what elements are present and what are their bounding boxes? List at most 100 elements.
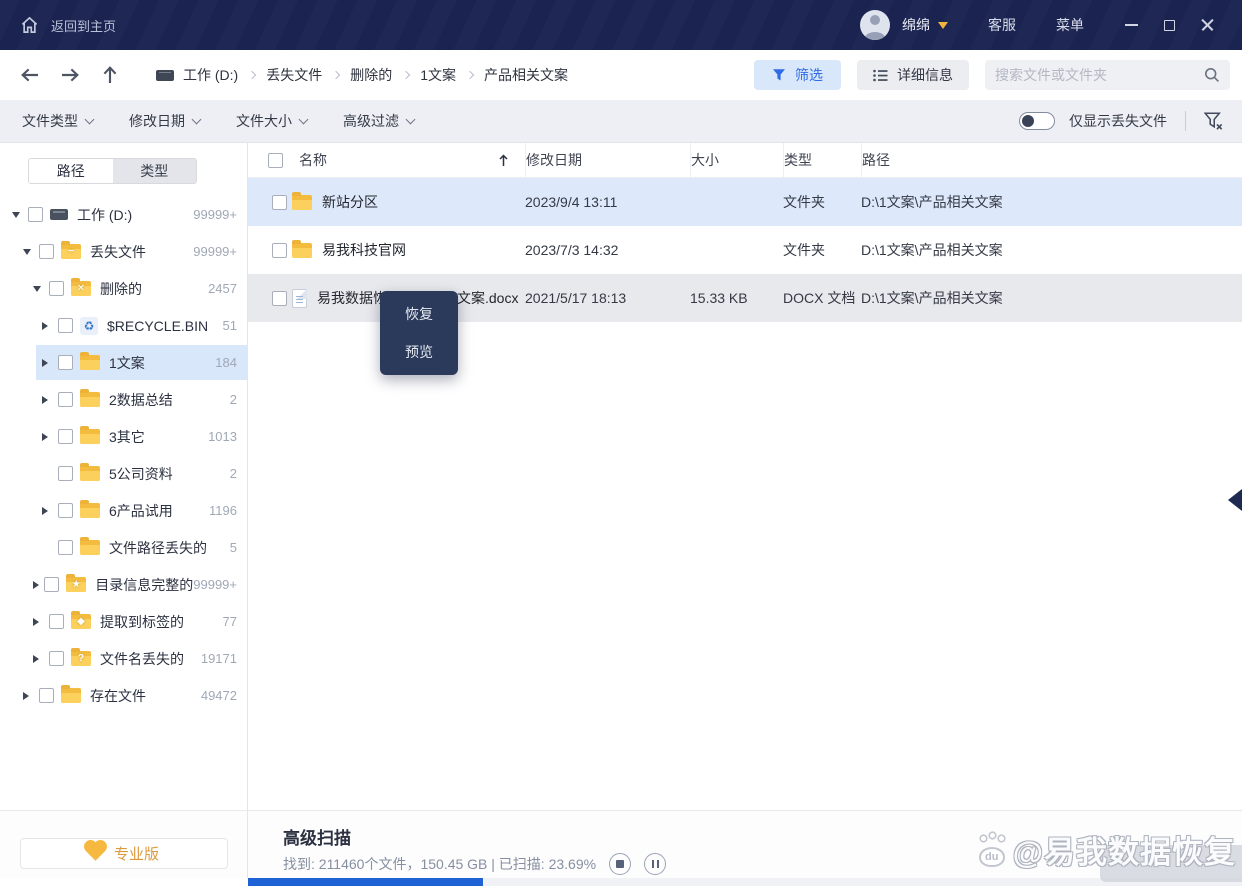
select-all-checkbox[interactable] bbox=[268, 153, 283, 168]
checkbox[interactable] bbox=[272, 195, 287, 210]
pro-version-button[interactable]: 专业版 bbox=[20, 838, 228, 869]
file-name: 新站分区 bbox=[322, 192, 378, 212]
expand-arrow-icon[interactable] bbox=[33, 655, 45, 663]
expand-arrow-icon[interactable] bbox=[33, 618, 45, 626]
stop-scan-button[interactable] bbox=[609, 853, 631, 875]
checkbox[interactable] bbox=[272, 243, 287, 258]
tree-item-label: 提取到标签的 bbox=[100, 612, 184, 632]
collapse-panel-handle[interactable] bbox=[1228, 489, 1242, 511]
back-button[interactable] bbox=[18, 63, 42, 87]
file-date: 2021/5/17 18:13 bbox=[525, 290, 690, 306]
checkbox[interactable] bbox=[58, 355, 73, 370]
checkbox[interactable] bbox=[58, 503, 73, 518]
collapse-arrow-icon[interactable] bbox=[33, 286, 45, 292]
expand-arrow-icon[interactable] bbox=[42, 507, 54, 515]
close-button[interactable] bbox=[1188, 5, 1226, 45]
pause-scan-button[interactable] bbox=[644, 853, 666, 875]
sort-ascending-icon[interactable] bbox=[498, 154, 509, 167]
checkbox[interactable] bbox=[58, 540, 73, 555]
file-type-dropdown[interactable]: 文件类型 bbox=[22, 111, 93, 131]
file-size-dropdown[interactable]: 文件大小 bbox=[236, 111, 307, 131]
breadcrumb-item-product-docs[interactable]: 产品相关文案 bbox=[484, 65, 568, 85]
up-button[interactable] bbox=[98, 63, 122, 87]
checkbox[interactable] bbox=[44, 577, 59, 592]
user-menu[interactable]: 绵绵 bbox=[902, 15, 948, 35]
user-dropdown-icon bbox=[938, 22, 948, 29]
breadcrumb-item-drive[interactable]: 工作 (D:) bbox=[183, 65, 238, 85]
context-menu-item-preview[interactable]: 预览 bbox=[380, 338, 458, 366]
advanced-filter-dropdown[interactable]: 高级过滤 bbox=[343, 111, 414, 131]
expand-arrow-icon[interactable] bbox=[42, 396, 54, 404]
tree-item-6-product-trial[interactable]: 6产品试用 1196 bbox=[0, 492, 247, 529]
filter-button-label: 筛选 bbox=[795, 65, 823, 85]
modified-date-dropdown[interactable]: 修改日期 bbox=[129, 111, 200, 131]
collapse-arrow-icon[interactable] bbox=[12, 212, 24, 218]
tree-item-5-company-info[interactable]: 5公司资料 2 bbox=[0, 455, 247, 492]
expand-arrow-icon[interactable] bbox=[42, 433, 54, 441]
modified-date-dropdown-label: 修改日期 bbox=[129, 111, 185, 131]
breadcrumb-item-deleted[interactable]: 删除的 bbox=[350, 65, 392, 85]
checkbox[interactable] bbox=[272, 291, 287, 306]
menu-link[interactable]: 菜单 bbox=[1056, 15, 1084, 35]
table-row[interactable]: 易我科技官网 2023/7/3 14:32 文件夹 D:\1文案\产品相关文案 bbox=[248, 226, 1242, 274]
context-menu-item-recover[interactable]: 恢复 bbox=[380, 300, 458, 328]
folder-tree: 工作 (D:) 99999+ − 丢失文件 99999+ ✕ 删除的 2457 … bbox=[0, 196, 247, 714]
search-input[interactable] bbox=[995, 67, 1204, 83]
tree-item-count: 2457 bbox=[208, 281, 237, 296]
checkbox[interactable] bbox=[58, 466, 73, 481]
checkbox[interactable] bbox=[58, 429, 73, 444]
breadcrumb-item-1-copywriting[interactable]: 1文案 bbox=[420, 65, 456, 85]
checkbox[interactable] bbox=[49, 614, 64, 629]
expand-arrow-icon[interactable] bbox=[42, 322, 54, 330]
tree-item-dir-info-complete[interactable]: ★ 目录信息完整的 99999+ bbox=[0, 566, 247, 603]
checkbox[interactable] bbox=[58, 318, 73, 333]
file-name-suffix: 文案.docx bbox=[457, 288, 518, 308]
tree-item-filename-lost[interactable]: ? 文件名丢失的 19171 bbox=[0, 640, 247, 677]
column-header-name[interactable]: 名称 bbox=[248, 143, 525, 177]
tree-item-file-path-lost[interactable]: 文件路径丢失的 5 bbox=[0, 529, 247, 566]
breadcrumb-item-lost-files[interactable]: 丢失文件 bbox=[266, 65, 322, 85]
maximize-button[interactable] bbox=[1150, 5, 1188, 45]
forward-button[interactable] bbox=[58, 63, 82, 87]
tree-item-1-copywriting[interactable]: 1文案 184 bbox=[0, 344, 247, 381]
checkbox[interactable] bbox=[49, 281, 64, 296]
back-to-home-button[interactable]: 返回到主页 bbox=[20, 16, 116, 35]
tree-item-recycle-bin[interactable]: ♻ $RECYCLE.BIN 51 bbox=[0, 307, 247, 344]
table-row[interactable]: 新站分区 2023/9/4 13:11 文件夹 D:\1文案\产品相关文案 bbox=[248, 178, 1242, 226]
tree-item-2-data-summary[interactable]: 2数据总结 2 bbox=[0, 381, 247, 418]
checkbox[interactable] bbox=[49, 651, 64, 666]
expand-arrow-icon[interactable] bbox=[33, 581, 40, 589]
tab-type[interactable]: 类型 bbox=[113, 159, 197, 183]
tree-item-extracted-tags[interactable]: ◆ 提取到标签的 77 bbox=[0, 603, 247, 640]
checkbox[interactable] bbox=[58, 392, 73, 407]
tab-path[interactable]: 路径 bbox=[29, 159, 113, 183]
tree-item-lost-files[interactable]: − 丢失文件 99999+ bbox=[0, 233, 247, 270]
column-header-size[interactable]: 大小 bbox=[690, 143, 783, 177]
tree-item-3-other[interactable]: 3其它 1013 bbox=[0, 418, 247, 455]
arrow-left-icon bbox=[20, 67, 40, 83]
show-lost-files-only-toggle[interactable] bbox=[1019, 112, 1055, 130]
file-name: 易我科技官网 bbox=[322, 240, 406, 260]
expand-arrow-icon[interactable] bbox=[23, 692, 35, 700]
tree-item-label: 工作 (D:) bbox=[77, 205, 132, 225]
checkbox[interactable] bbox=[39, 244, 54, 259]
details-button[interactable]: 详细信息 bbox=[857, 60, 969, 90]
search-box[interactable] bbox=[985, 60, 1230, 90]
checkbox[interactable] bbox=[39, 688, 54, 703]
column-header-date[interactable]: 修改日期 bbox=[525, 143, 690, 177]
expand-arrow-icon[interactable] bbox=[42, 359, 54, 367]
tree-item-work-drive[interactable]: 工作 (D:) 99999+ bbox=[0, 196, 247, 233]
minimize-button[interactable] bbox=[1112, 5, 1150, 45]
tree-item-deleted[interactable]: ✕ 删除的 2457 bbox=[0, 270, 247, 307]
heart-icon bbox=[86, 842, 104, 860]
tree-item-existing-files[interactable]: 存在文件 49472 bbox=[0, 677, 247, 714]
column-header-path[interactable]: 路径 bbox=[861, 143, 1242, 177]
checkbox[interactable] bbox=[28, 207, 43, 222]
clear-filter-icon[interactable] bbox=[1204, 112, 1224, 131]
column-header-type[interactable]: 类型 bbox=[783, 143, 861, 177]
filter-button[interactable]: 筛选 bbox=[754, 60, 841, 90]
collapse-arrow-icon[interactable] bbox=[23, 249, 35, 255]
support-link[interactable]: 客服 bbox=[988, 15, 1016, 35]
user-avatar[interactable] bbox=[860, 10, 890, 40]
arrow-right-icon bbox=[60, 67, 80, 83]
